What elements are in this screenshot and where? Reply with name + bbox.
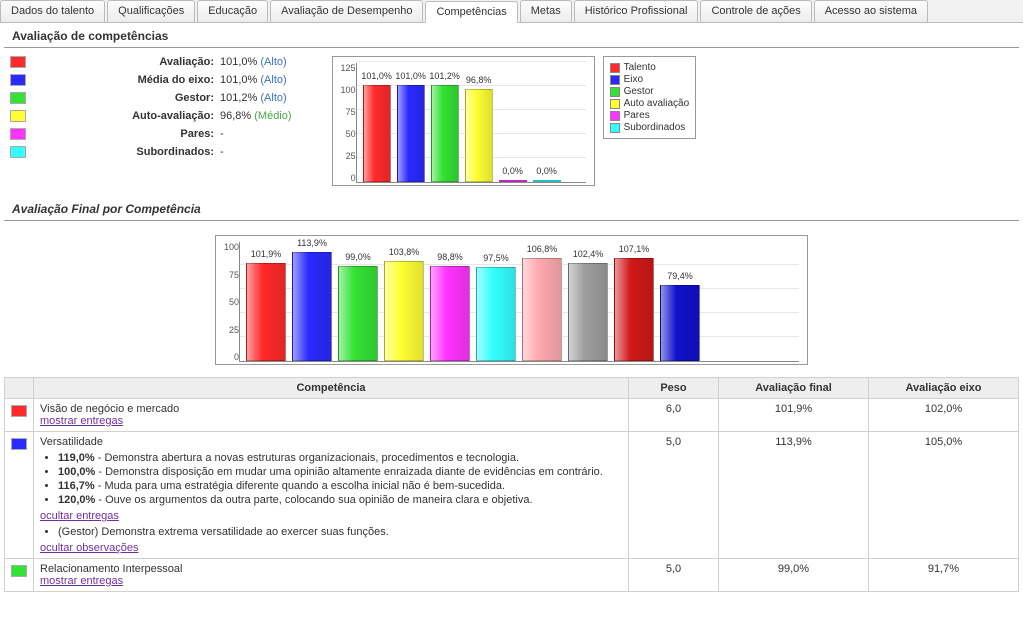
metric-value: 101,0% (Alto) [220, 56, 292, 68]
summary-chart: 1251007550250 101,0%101,0%101,2%96,8%0,0… [332, 56, 595, 186]
row-swatch [11, 438, 27, 450]
chart-bar: 102,4% [568, 263, 608, 361]
section-title-avaliacao: Avaliação de competências [4, 23, 1019, 48]
th-eixo: Avaliação eixo [869, 378, 1019, 399]
chart-bar: 101,0% [363, 85, 391, 182]
tab-bar: Dados do talentoQualificaçõesEducaçãoAva… [0, 0, 1023, 23]
competency-title: Versatilidade [40, 436, 622, 448]
metric-label: Pares: [34, 128, 214, 140]
chart-bar: 79,4% [660, 285, 700, 361]
metric-swatch [10, 92, 26, 104]
row-swatch [11, 405, 27, 417]
hide-observations-link[interactable]: ocultar observações [40, 542, 138, 554]
cell-final: 99,0% [719, 559, 869, 592]
tab-dados-do-talento[interactable]: Dados do talento [0, 0, 105, 22]
metric-label: Média do eixo: [34, 74, 214, 86]
observation-item: (Gestor) Demonstra extrema versatilidade… [58, 526, 622, 538]
metric-value: 101,2% (Alto) [220, 92, 292, 104]
chart-bar: 96,8% [465, 89, 493, 182]
cell-eixo: 102,0% [869, 399, 1019, 432]
metric-label: Gestor: [34, 92, 214, 104]
chart-bar: 99,0% [338, 266, 378, 361]
metric-label: Auto-avaliação: [34, 110, 214, 122]
cell-eixo: 91,7% [869, 559, 1019, 592]
chart-bar: 103,8% [384, 261, 424, 361]
metric-value: - [220, 146, 292, 158]
cell-peso: 5,0 [629, 432, 719, 559]
chart-bar: 101,0% [397, 85, 425, 182]
cell-peso: 6,0 [629, 399, 719, 432]
table-row: Versatilidade 119,0% - Demonstra abertura… [5, 432, 1019, 559]
section-title-final-por-competencia: Avaliação Final por Competência [4, 196, 1019, 221]
competency-table: Competência Peso Avaliação final Avaliaç… [4, 377, 1019, 592]
metric-value: - [220, 128, 292, 140]
legend-item: Eixo [610, 74, 690, 85]
chart-legend: TalentoEixoGestorAuto avaliaçãoParesSubo… [603, 56, 697, 139]
tab-metas[interactable]: Metas [520, 0, 572, 22]
th-color [5, 378, 34, 399]
metric-value: 101,0% (Alto) [220, 74, 292, 86]
competency-chart: 1007550250 101,9%113,9%99,0%103,8%98,8%9… [215, 235, 808, 365]
chart-bar: 0,0% [533, 180, 561, 182]
show-deliveries-link[interactable]: mostrar entregas [40, 575, 123, 587]
delivery-item: 100,0% - Demonstra disposição em mudar u… [58, 466, 622, 478]
legend-item: Gestor [610, 86, 690, 97]
tab-acesso-ao-sistema[interactable]: Acesso ao sistema [814, 0, 928, 22]
chart-bar: 107,1% [614, 258, 654, 361]
chart-bar: 98,8% [430, 266, 470, 361]
delivery-item: 116,7% - Muda para uma estratégia difere… [58, 480, 622, 492]
tab-controle-de-a-es[interactable]: Controle de ações [700, 0, 811, 22]
legend-item: Talento [610, 62, 690, 73]
metric-label: Subordinados: [34, 146, 214, 158]
tab-hist-rico-profissional[interactable]: Histórico Profissional [574, 0, 699, 22]
cell-peso: 5,0 [629, 559, 719, 592]
th-peso: Peso [629, 378, 719, 399]
chart-bar: 101,2% [431, 85, 459, 182]
th-final: Avaliação final [719, 378, 869, 399]
metric-swatch [10, 110, 26, 122]
tab-qualifica-es[interactable]: Qualificações [107, 0, 195, 22]
tab-avalia-o-de-desempenho[interactable]: Avaliação de Desempenho [270, 0, 423, 22]
cell-eixo: 105,0% [869, 432, 1019, 559]
delivery-item: 120,0% - Ouve os argumentos da outra par… [58, 494, 622, 506]
summary-chart-block: 1251007550250 101,0%101,0%101,2%96,8%0,0… [332, 56, 697, 186]
delivery-item: 119,0% - Demonstra abertura a novas estr… [58, 452, 622, 464]
metric-swatch [10, 56, 26, 68]
hide-deliveries-link[interactable]: ocultar entregas [40, 510, 119, 522]
chart-bar: 97,5% [476, 267, 516, 361]
competency-title: Relacionamento Interpessoal [40, 563, 622, 575]
th-competencia: Competência [34, 378, 629, 399]
legend-item: Subordinados [610, 122, 690, 133]
competency-title: Visão de negócio e mercado [40, 403, 622, 415]
metric-swatch [10, 128, 26, 140]
cell-final: 113,9% [719, 432, 869, 559]
tab-compet-ncias[interactable]: Competências [425, 1, 517, 23]
chart-bar: 101,9% [246, 263, 286, 361]
row-swatch [11, 565, 27, 577]
metrics-grid: Avaliação: 101,0% (Alto) Média do eixo: 101… [10, 56, 292, 158]
table-row: Relacionamento Interpessoalmostrar entre… [5, 559, 1019, 592]
table-row: Visão de negócio e mercadomostrar entreg… [5, 399, 1019, 432]
metric-swatch [10, 146, 26, 158]
metric-swatch [10, 74, 26, 86]
cell-final: 101,9% [719, 399, 869, 432]
tab-educa-o[interactable]: Educação [197, 0, 268, 22]
chart-bar: 0,0% [499, 180, 527, 182]
chart-bar: 113,9% [292, 252, 332, 361]
chart-bar: 106,8% [522, 258, 562, 361]
legend-item: Auto avaliação [610, 98, 690, 109]
metric-value: 96,8% (Médio) [220, 110, 292, 122]
metric-label: Avaliação: [34, 56, 214, 68]
show-deliveries-link[interactable]: mostrar entregas [40, 415, 123, 427]
legend-item: Pares [610, 110, 690, 121]
